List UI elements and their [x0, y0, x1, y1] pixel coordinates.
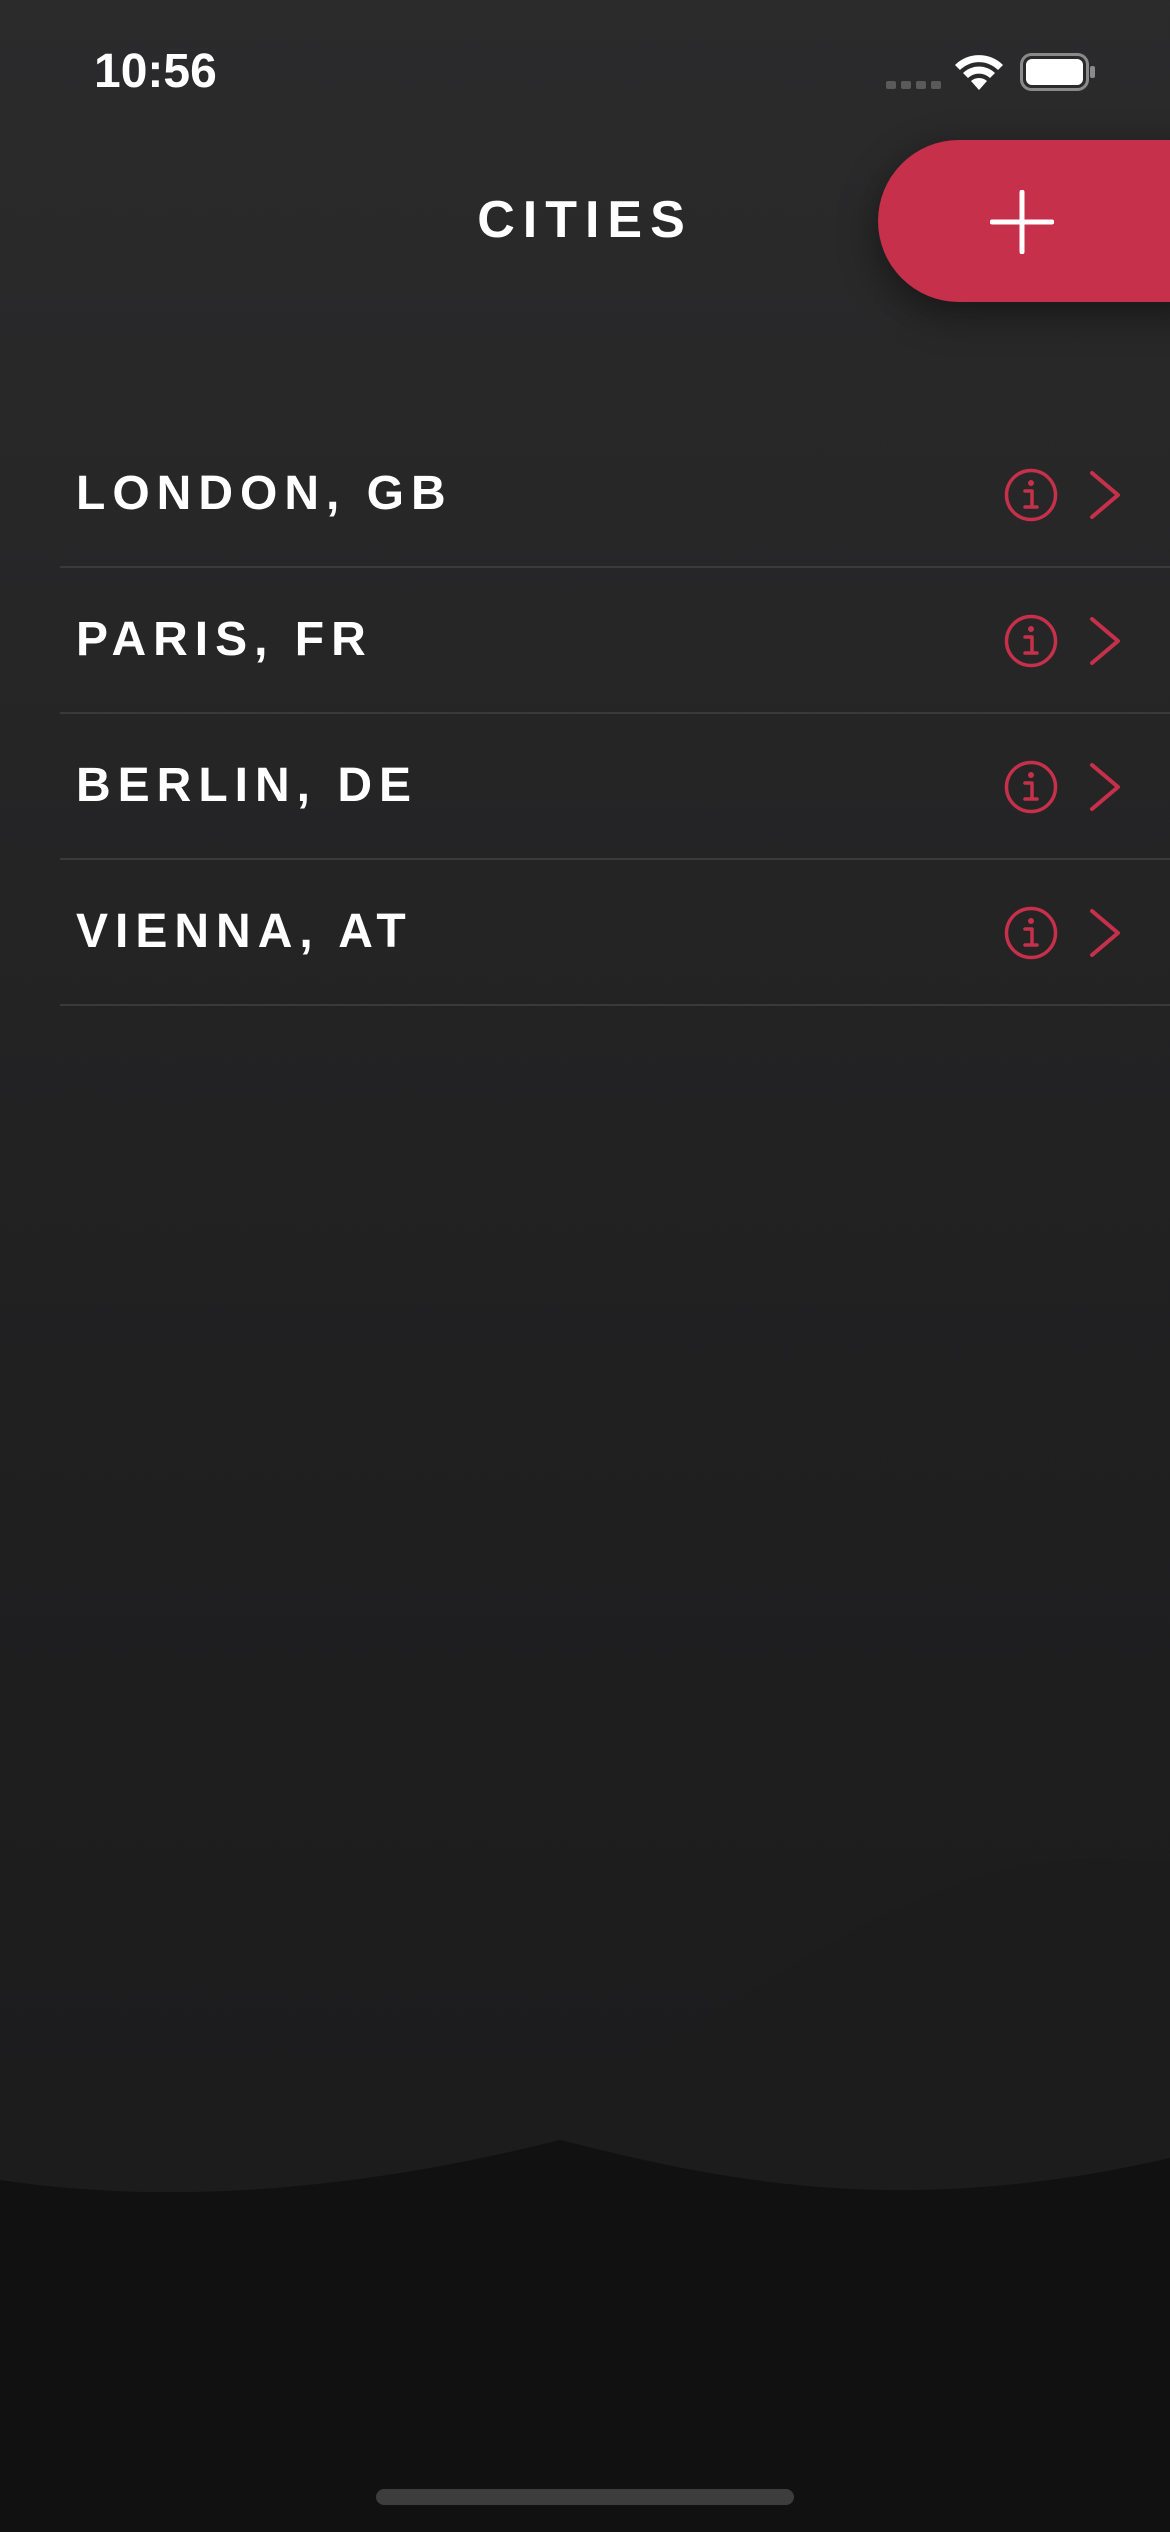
- city-name: BERLIN, DE: [76, 759, 419, 812]
- home-indicator[interactable]: [376, 2489, 794, 2505]
- city-name: PARIS, FR: [76, 613, 373, 666]
- status-icons: [886, 50, 1116, 98]
- status-bar: 10:56: [0, 0, 1170, 150]
- battery-icon: [1020, 53, 1095, 91]
- info-icon[interactable]: [1004, 906, 1058, 960]
- chevron-right-icon: [1090, 471, 1120, 519]
- chevron-right-icon: [1090, 617, 1120, 665]
- cellular-signal-icon: [886, 81, 941, 89]
- chevron-right-icon: [1090, 763, 1120, 811]
- city-list: LONDON, GB PARIS, FR BERLIN, DE VIENNA, …: [60, 422, 1170, 1006]
- wifi-icon: [955, 55, 1003, 90]
- plus-icon: [990, 190, 1054, 254]
- info-icon[interactable]: [1004, 614, 1058, 668]
- city-row-paris[interactable]: PARIS, FR: [60, 568, 1170, 714]
- city-row-vienna[interactable]: VIENNA, AT: [60, 860, 1170, 1006]
- info-icon[interactable]: [1004, 760, 1058, 814]
- city-row-london[interactable]: LONDON, GB: [60, 422, 1170, 568]
- add-city-button[interactable]: [878, 140, 1170, 302]
- city-name: VIENNA, AT: [76, 905, 413, 958]
- chevron-right-icon: [1090, 909, 1120, 957]
- city-name: LONDON, GB: [76, 467, 453, 520]
- city-row-berlin[interactable]: BERLIN, DE: [60, 714, 1170, 860]
- background-waves: [0, 1857, 1170, 2532]
- info-icon[interactable]: [1004, 468, 1058, 522]
- status-time: 10:56: [94, 45, 217, 98]
